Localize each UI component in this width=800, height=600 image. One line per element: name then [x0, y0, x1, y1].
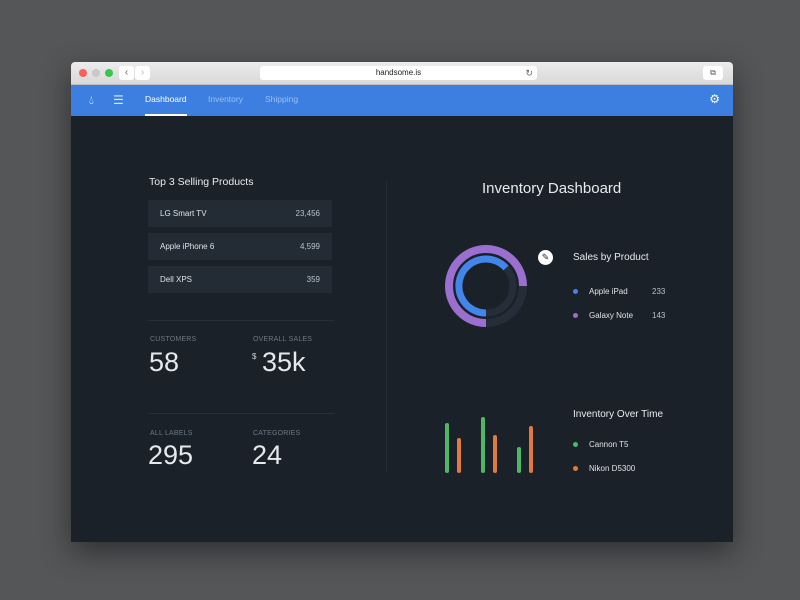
currency-symbol: $: [252, 352, 257, 361]
legend-label: Galaxy Note: [589, 311, 634, 320]
browser-window: ‹ › handsome.is ↻ ⧉ 💧︎ ☰ Dashboard Invent…: [71, 62, 733, 542]
overall-sales-label: OVERALL SALES: [253, 336, 313, 343]
tab-dashboard[interactable]: Dashboard: [145, 85, 187, 116]
forward-button[interactable]: ›: [135, 66, 150, 80]
customers-label: CUSTOMERS: [150, 336, 197, 343]
sales-by-product-title: Sales by Product: [573, 252, 649, 263]
legend-value: 143: [652, 311, 666, 320]
all-labels-label: ALL LABELS: [150, 430, 193, 437]
zoom-window-button[interactable]: [105, 69, 113, 77]
legend-label: Nikon D5300: [589, 464, 636, 473]
hamburger-menu-icon[interactable]: ☰: [113, 93, 124, 107]
dashboard-title: Inventory Dashboard: [482, 180, 622, 197]
tabs-overview-button[interactable]: ⧉: [703, 66, 723, 80]
product-value: 4,599: [299, 242, 320, 251]
overall-sales-value: 35k: [262, 347, 306, 377]
product-name: Dell XPS: [160, 275, 193, 284]
product-name: Apple iPhone 6: [160, 242, 215, 251]
close-window-button[interactable]: [79, 69, 87, 77]
inventory-bar-chart: [445, 417, 533, 473]
legend-dot-blue: [573, 289, 578, 294]
browser-titlebar: ‹ › handsome.is ↻ ⧉: [71, 62, 733, 85]
settings-gear-icon[interactable]: ⚙: [709, 92, 720, 106]
address-bar[interactable]: handsome.is ↻: [260, 66, 537, 80]
divider: [148, 413, 334, 414]
inventory-over-time-title: Inventory Over Time: [573, 409, 664, 420]
reload-icon[interactable]: ↻: [525, 66, 533, 80]
app-navbar: 💧︎ ☰ Dashboard Inventory Shipping ⚙: [71, 85, 733, 116]
tab-shipping[interactable]: Shipping: [265, 85, 298, 116]
product-row[interactable]: Dell XPS 359: [148, 266, 332, 293]
product-name: LG Smart TV: [160, 209, 207, 218]
tab-inventory[interactable]: Inventory: [208, 85, 243, 116]
drop-logo-icon[interactable]: 💧︎: [89, 93, 94, 108]
divider: [148, 320, 334, 321]
product-value: 23,456: [295, 209, 320, 218]
product-row[interactable]: Apple iPhone 6 4,599: [148, 233, 332, 260]
apple-ipad-arc: [455, 255, 509, 317]
categories-value: 24: [252, 440, 283, 470]
sales-donut-chart: [445, 245, 527, 327]
all-labels-value: 295: [148, 440, 194, 470]
legend-dot-green: [573, 442, 578, 447]
vertical-divider: [386, 182, 387, 472]
legend-label: Apple iPad: [589, 287, 628, 296]
legend-value: 233: [652, 287, 666, 296]
legend-label: Cannon T5: [589, 440, 629, 449]
product-value: 359: [306, 275, 320, 284]
minimize-window-button[interactable]: [92, 69, 100, 77]
edit-pencil-button[interactable]: ✎: [538, 250, 553, 265]
customers-value: 58: [149, 347, 180, 377]
product-row[interactable]: LG Smart TV 23,456: [148, 200, 332, 227]
url-text: handsome.is: [375, 68, 422, 77]
legend-dot-purple: [573, 313, 578, 318]
categories-label: CATEGORIES: [253, 430, 301, 437]
top-products-title: Top 3 Selling Products: [149, 176, 254, 188]
legend-dot-orange: [573, 466, 578, 471]
back-button[interactable]: ‹: [119, 66, 134, 80]
